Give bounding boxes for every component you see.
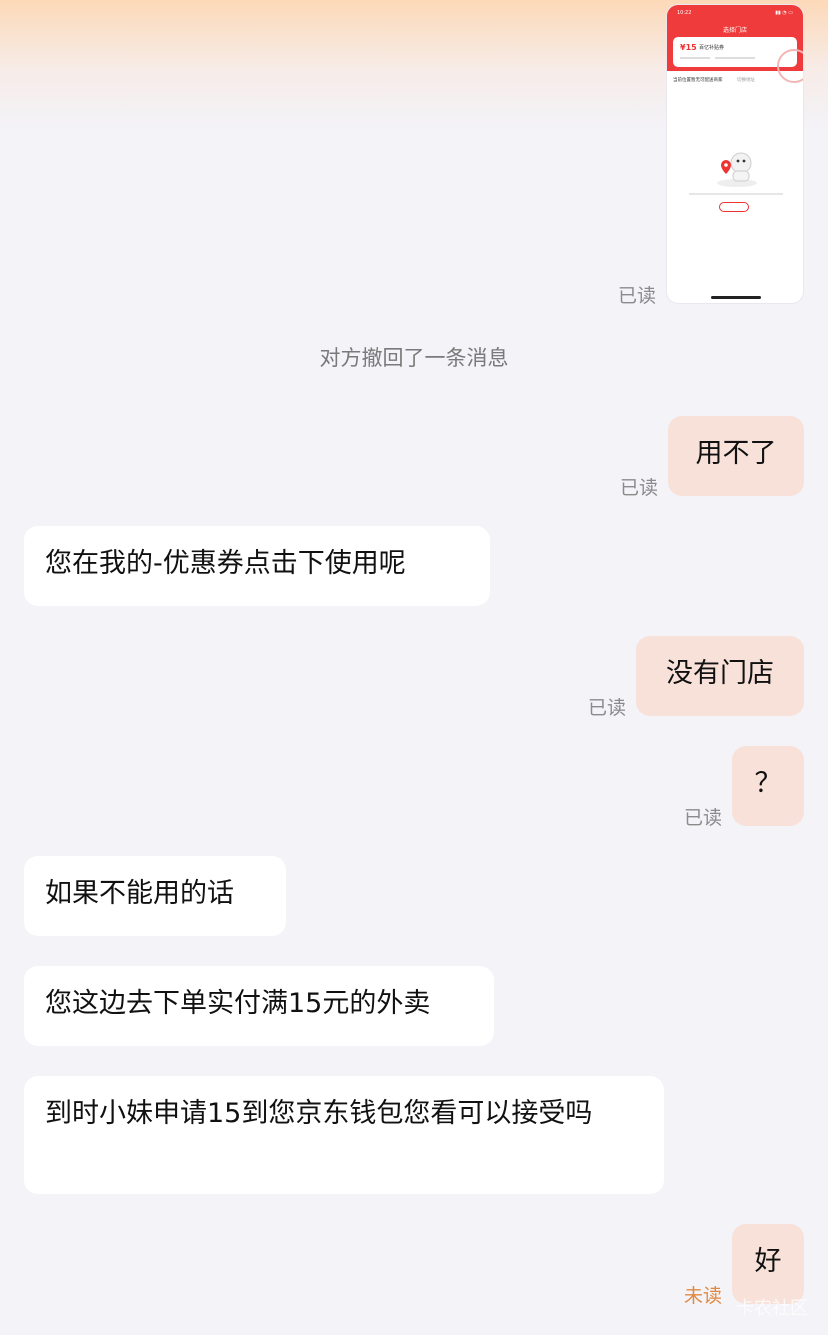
read-status: 已读 <box>588 697 627 719</box>
my-message-bubble[interactable]: 没有门店 <box>636 636 804 716</box>
my-message-bubble[interactable]: 用不了 <box>668 416 804 496</box>
their-message-bubble[interactable]: 您在我的-优惠券点击下使用呢 <box>24 526 490 606</box>
their-message-bubble[interactable]: 到时小妹申请15到您京东钱包您看可以接受吗 <box>24 1076 664 1194</box>
thumbnail-title: 选择门店 <box>722 27 747 34</box>
watermark: 卡农社区 <box>736 1298 808 1319</box>
thumbnail-header: 10:22 ▮▮ ◔ ▭ 选择门店 ¥15 百亿补贴券 <box>667 5 803 83</box>
thumbnail-coupon-name: 百亿补贴券 <box>699 45 725 51</box>
unread-status: 未读 <box>684 1285 723 1307</box>
thumbnail-signal: ▮▮ ◔ ▭ <box>775 10 793 16</box>
thumbnail-location-action: 切换地址 <box>737 78 755 83</box>
screenshot-image-message[interactable]: 10:22 ▮▮ ◔ ▭ 选择门店 ¥15 百亿补贴券 当前位置暂无可配送商家 … <box>666 4 804 304</box>
thumbnail-home-indicator <box>711 296 761 299</box>
thumbnail-time: 10:22 <box>677 10 692 16</box>
read-status: 已读 <box>684 807 723 829</box>
their-message-bubble[interactable]: 如果不能用的话 <box>24 856 286 936</box>
thumbnail-coupon-price: ¥15 <box>680 43 697 52</box>
read-status: 已读 <box>620 477 659 499</box>
thumbnail-location-text: 当前位置暂无可配送商家 <box>673 78 723 83</box>
thumbnail-coupon-card: ¥15 百亿补贴券 <box>673 37 803 83</box>
read-status: 已读 <box>618 285 657 307</box>
my-message-bubble[interactable]: ？ <box>732 746 804 826</box>
my-message-bubble[interactable]: 好 <box>732 1224 804 1304</box>
recall-notice: 对方撤回了一条消息 <box>319 346 509 370</box>
their-message-bubble[interactable]: 您这边去下单实付满15元的外卖 <box>24 966 494 1046</box>
empty-state-illustration-icon <box>717 152 757 187</box>
thumbnail-switch-button <box>719 202 749 212</box>
